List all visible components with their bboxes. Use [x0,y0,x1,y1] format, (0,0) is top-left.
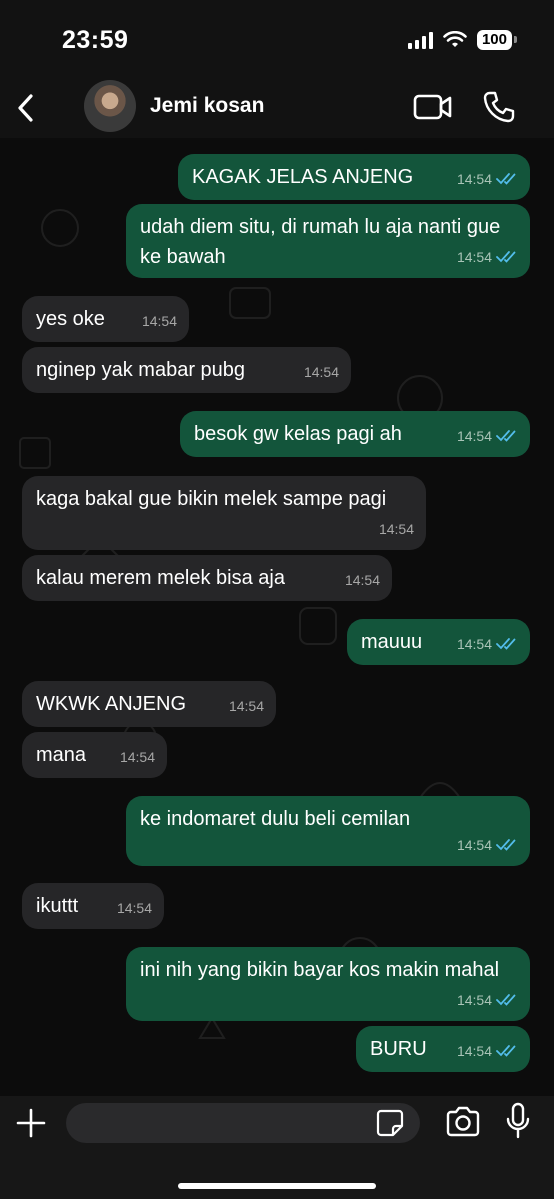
status-bar: 23:59 100 [0,0,554,80]
message-time: 14:54 [378,521,414,537]
message-text: besok gw kelas pagi ah [194,423,402,445]
chat-area[interactable]: KAGAK JELAS ANJENG 14:54 udah diem situ,… [0,138,554,1096]
message-bubble-outgoing[interactable]: BURU 14:54 [356,1026,530,1072]
message-meta: 14:54 [304,357,339,387]
mic-icon [506,1102,530,1139]
chat-header: Jemi kosan [0,80,554,138]
composer-bar [0,1096,554,1199]
contact-name[interactable]: Jemi kosan [150,94,264,118]
camera-icon [446,1106,480,1137]
message-bubble-outgoing[interactable]: mauuu 14:54 [347,619,530,665]
message-meta: 14:54 [457,1036,518,1066]
message-bubble-outgoing[interactable]: besok gw kelas pagi ah 14:54 [180,411,530,457]
status-time: 23:59 [62,26,129,54]
status-icons: 100 [407,30,518,50]
message-bubble-outgoing[interactable]: KAGAK JELAS ANJENG 14:54 [178,154,530,200]
message-text: yes oke [36,308,105,330]
message-meta: 14:54 [117,893,152,923]
double-check-icon [496,173,516,185]
double-check-icon [496,839,516,851]
video-call-button[interactable] [413,92,453,122]
message-meta: 14:54 [345,565,380,595]
message-time: 14:54 [456,1043,492,1059]
message-time: 14:54 [228,698,264,714]
message-text: kalau merem melek bisa aja [36,567,285,589]
message-bubble-outgoing[interactable]: ke indomaret dulu beli cemilan 14:54 [126,796,530,866]
message-meta: 14:54 [457,164,518,194]
home-indicator[interactable] [178,1183,376,1189]
sticker-button[interactable] [376,1109,404,1137]
back-button[interactable] [8,88,44,128]
message-input[interactable] [66,1103,420,1143]
message-time: 14:54 [141,313,177,329]
plus-icon [16,1108,46,1138]
double-check-icon [496,994,516,1006]
back-chevron-icon [18,94,33,122]
message-time: 14:54 [303,364,339,380]
message-bubble-incoming[interactable]: WKWK ANJENG 14:54 [22,681,276,727]
video-call-icon [413,94,452,120]
message-bubble-incoming[interactable]: yes oke 14:54 [22,296,189,342]
message-text: ke indomaret dulu beli cemilan [140,808,411,830]
message-time: 14:54 [456,992,492,1008]
camera-button[interactable] [445,1106,481,1138]
message-meta: 14:54 [229,691,264,721]
message-bubble-incoming[interactable]: nginep yak mabar pubg 14:54 [22,347,351,393]
message-time: 14:54 [456,428,492,444]
voice-call-button[interactable] [482,90,516,124]
avatar[interactable] [84,80,136,132]
message-time: 14:54 [456,636,492,652]
battery-icon: 100 [476,30,518,50]
message-time: 14:54 [456,249,492,265]
message-time: 14:54 [456,837,492,853]
message-meta: 14:54 [120,742,155,772]
message-meta: 14:54 [457,830,518,860]
message-meta: 14:54 [457,242,518,272]
microphone-button[interactable] [505,1102,531,1140]
wifi-icon [443,31,467,47]
message-time: 14:54 [119,749,155,765]
message-bubble-outgoing[interactable]: ini nih yang bikin bayar kos makin mahal… [126,947,530,1021]
double-check-icon [496,251,516,263]
message-text: KAGAK JELAS ANJENG [192,166,414,188]
message-text: ini nih yang bikin bayar kos makin mahal [140,959,500,981]
message-meta: 14:54 [379,514,414,544]
message-time: 14:54 [116,900,152,916]
message-text: udah diem situ, di rumah lu aja nanti gu… [140,216,506,268]
cellular-signal-icon [407,31,433,49]
message-time: 14:54 [344,572,380,588]
message-text: BURU [370,1038,427,1060]
message-meta: 14:54 [142,306,177,336]
message-bubble-outgoing[interactable]: udah diem situ, di rumah lu aja nanti gu… [126,204,530,278]
message-text: mana [36,744,87,766]
message-text: kaga bakal gue bikin melek sampe pagi [36,488,387,510]
message-text: ikuttt [36,895,79,917]
message-time: 14:54 [456,171,492,187]
message-meta: 14:54 [457,421,518,451]
sticker-icon [376,1109,404,1137]
double-check-icon [496,638,516,650]
double-check-icon [496,1045,516,1057]
message-meta: 14:54 [457,985,518,1015]
message-meta: 14:54 [457,629,518,659]
double-check-icon [496,430,516,442]
message-text: WKWK ANJENG [36,693,187,715]
attach-button[interactable] [14,1106,48,1140]
message-text: nginep yak mabar pubg [36,359,246,381]
message-bubble-incoming[interactable]: ikuttt 14:54 [22,883,164,929]
message-text: mauuu [361,631,423,653]
phone-icon [483,91,515,123]
message-bubble-incoming[interactable]: kalau merem melek bisa aja 14:54 [22,555,392,601]
message-bubble-incoming[interactable]: mana 14:54 [22,732,167,778]
message-bubble-incoming[interactable]: kaga bakal gue bikin melek sampe pagi 14… [22,476,426,550]
